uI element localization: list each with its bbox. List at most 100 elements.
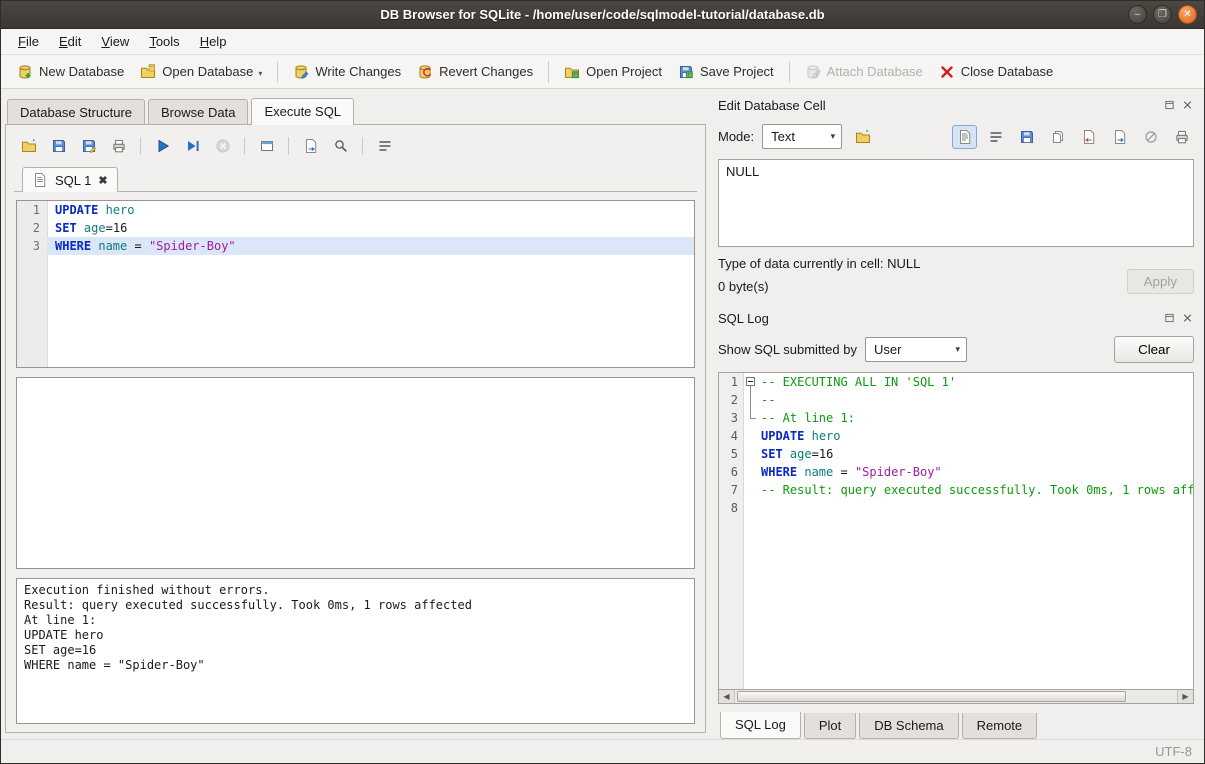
import-from-file-button[interactable] (850, 125, 875, 149)
tab-database-structure[interactable]: Database Structure (7, 99, 145, 124)
editor-line[interactable]: 2SET age=16 (17, 219, 694, 237)
dock-tabbar: SQL LogPlotDB SchemaRemote (718, 713, 1194, 739)
attach-database-label: Attach Database (827, 64, 923, 79)
print-icon (1174, 129, 1190, 145)
menu-edit[interactable]: Edit (50, 31, 90, 52)
open-sql-file-button[interactable] (16, 134, 41, 158)
fold-collapse-icon[interactable] (746, 377, 755, 386)
word-wrap-button[interactable] (372, 134, 397, 158)
dock-tab-remote[interactable]: Remote (962, 713, 1038, 739)
set-null-button[interactable] (1138, 125, 1163, 149)
statusbar: UTF-8 (1, 739, 1204, 763)
save-project-button[interactable]: Save Project (670, 60, 782, 84)
scroll-track[interactable] (735, 690, 1177, 703)
menu-file[interactable]: File (9, 31, 48, 52)
encoding-indicator[interactable]: UTF-8 (1155, 744, 1192, 759)
close-panel-icon[interactable] (1181, 99, 1194, 112)
attach-database-button[interactable]: Attach Database (797, 60, 931, 84)
mode-select[interactable]: Text (762, 124, 842, 149)
clear-log-button[interactable]: Clear (1114, 336, 1194, 363)
log-filter-row: Show SQL submitted by User Clear (718, 336, 1194, 363)
export-button[interactable] (1107, 125, 1132, 149)
cell-view-icons (952, 125, 1194, 149)
edit-cell-title: Edit Database Cell (718, 98, 1163, 113)
cell-editor[interactable]: NULL (718, 159, 1194, 247)
dock-tab-sql-log[interactable]: SQL Log (720, 712, 801, 739)
menu-view[interactable]: View (92, 31, 138, 52)
maximize-button[interactable]: ❐ (1153, 5, 1172, 24)
print-button[interactable] (1169, 125, 1194, 149)
dock-tab-db-schema[interactable]: DB Schema (859, 713, 958, 739)
edit-cell-header: Edit Database Cell (718, 95, 1194, 115)
close-panel-icon[interactable] (1181, 312, 1194, 325)
import-button[interactable] (1076, 125, 1101, 149)
revert-changes-label: Revert Changes (439, 64, 533, 79)
editor-line[interactable]: 3WHERE name = "Spider-Boy" (17, 237, 694, 255)
write-changes-button[interactable]: Write Changes (285, 60, 409, 84)
log-filter-select[interactable]: User (865, 337, 967, 362)
scroll-thumb[interactable] (737, 691, 1126, 702)
chevron-down-icon[interactable]: ▾ (258, 69, 262, 80)
print-button[interactable] (106, 134, 131, 158)
open-database-button[interactable]: Open Database▾ (132, 60, 270, 84)
close-button[interactable]: ✕ (1178, 5, 1197, 24)
save-as-button[interactable] (1014, 125, 1039, 149)
close-tab-icon[interactable]: ✖ (98, 174, 107, 187)
save-sql-file-icon (51, 138, 67, 154)
main-tabbar: Database StructureBrowse DataExecute SQL (5, 97, 706, 124)
log-line: 1-- EXECUTING ALL IN 'SQL 1' (719, 373, 1193, 391)
menu-tools[interactable]: Tools (140, 31, 188, 52)
revert-changes-button[interactable]: Revert Changes (409, 60, 541, 84)
sql-tab[interactable]: SQL 1 ✖ (22, 167, 118, 192)
log-filter-value: User (874, 342, 901, 357)
log-line: 8 (719, 499, 1193, 517)
results-grid[interactable] (16, 377, 695, 569)
sql-tabbar: SQL 1 ✖ (14, 164, 697, 192)
float-panel-icon[interactable] (1163, 99, 1176, 112)
copy-button[interactable] (1045, 125, 1070, 149)
execute-current-line-icon (185, 138, 201, 154)
line-number: 1 (719, 373, 743, 391)
open-project-button[interactable]: Open Project (556, 60, 670, 84)
main-toolbar: New DatabaseOpen Database▾ Write Changes R… (1, 55, 1204, 89)
save-sql-file-button[interactable] (46, 134, 71, 158)
message-area: Execution finished without errors. Resul… (16, 578, 695, 724)
window-controls: –❐ ✕ (1128, 5, 1197, 24)
save-sql-file-as-icon (81, 138, 97, 154)
tab-execute-sql[interactable]: Execute SQL (251, 98, 354, 125)
log-horizontal-scrollbar[interactable]: ◀ ▶ (718, 689, 1194, 704)
scroll-left-icon[interactable]: ◀ (719, 690, 735, 703)
export-results-button[interactable] (298, 134, 323, 158)
open-new-tab-button[interactable] (254, 134, 279, 158)
sql-log-view[interactable]: 1-- EXECUTING ALL IN 'SQL 1'2--3-- At li… (718, 372, 1194, 689)
sql-tab-label: SQL 1 (55, 173, 91, 188)
close-database-button[interactable]: Close Database (931, 60, 1062, 84)
line-number: 8 (719, 499, 743, 517)
execute-all-button[interactable] (150, 134, 175, 158)
sql-editor[interactable]: 1UPDATE hero2SET age=163WHERE name = "Sp… (16, 200, 695, 368)
set-null-icon (1143, 129, 1159, 145)
line-number: 2 (719, 391, 743, 409)
text-view-button[interactable] (952, 125, 977, 149)
scroll-right-icon[interactable]: ▶ (1177, 690, 1193, 703)
execute-current-line-button[interactable] (180, 134, 205, 158)
cell-type-text: Type of data currently in cell: NULL (718, 256, 1127, 271)
execute-sql-page: SQL 1 ✖ 1UPDATE hero2SET age=163WHERE na… (5, 124, 706, 733)
revert-changes-icon (417, 64, 433, 80)
right-pane: Edit Database Cell Mode: Text NULL (706, 89, 1204, 739)
editor-line[interactable]: 1UPDATE hero (17, 201, 694, 219)
word-wrap-button[interactable] (983, 125, 1008, 149)
tab-browse-data[interactable]: Browse Data (148, 99, 248, 124)
app-window: DB Browser for SQLite - /home/user/code/… (0, 0, 1205, 764)
find-replace-button[interactable] (328, 134, 353, 158)
stop-execution-button[interactable] (210, 134, 235, 158)
log-line: 2-- (719, 391, 1193, 409)
apply-button[interactable]: Apply (1127, 269, 1194, 294)
titlebar[interactable]: DB Browser for SQLite - /home/user/code/… (1, 1, 1204, 29)
menu-help[interactable]: Help (191, 31, 236, 52)
new-database-button[interactable]: New Database (9, 60, 132, 84)
dock-tab-plot[interactable]: Plot (804, 713, 856, 739)
float-panel-icon[interactable] (1163, 312, 1176, 325)
save-sql-file-as-button[interactable] (76, 134, 101, 158)
minimize-button[interactable]: – (1128, 5, 1147, 24)
